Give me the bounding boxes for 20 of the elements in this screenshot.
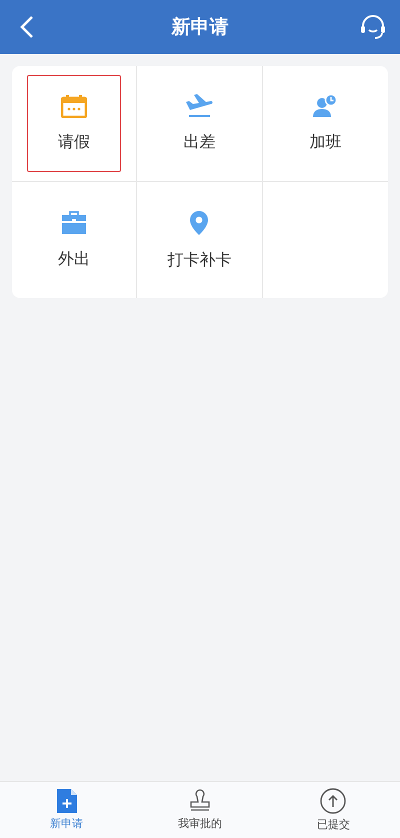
support-button[interactable] [358, 12, 388, 42]
headset-icon [360, 14, 386, 40]
application-type-item[interactable]: 打卡补卡 [152, 192, 246, 288]
page-title: 新申请 [172, 15, 228, 40]
upload-icon [320, 788, 346, 814]
stamp-icon [188, 789, 212, 813]
application-type-item[interactable]: 出差 [152, 75, 246, 172]
airplane-icon [185, 94, 214, 118]
back-icon [20, 15, 34, 39]
nav-tab[interactable]: 已提交 [266, 782, 400, 838]
application-type-item[interactable]: 加班 [278, 75, 372, 172]
nav-tab[interactable]: 新申请 [0, 782, 134, 838]
person-clock-icon [312, 94, 338, 118]
application-type-item[interactable]: 外出 [27, 192, 122, 288]
calendar-icon [61, 94, 88, 118]
briefcase-icon [61, 210, 88, 234]
location-pin-icon [189, 210, 210, 236]
nav-tab[interactable]: 我审批的 [133, 782, 267, 838]
application-type-item[interactable]: 请假 [27, 75, 122, 172]
add-document-icon [56, 789, 77, 813]
